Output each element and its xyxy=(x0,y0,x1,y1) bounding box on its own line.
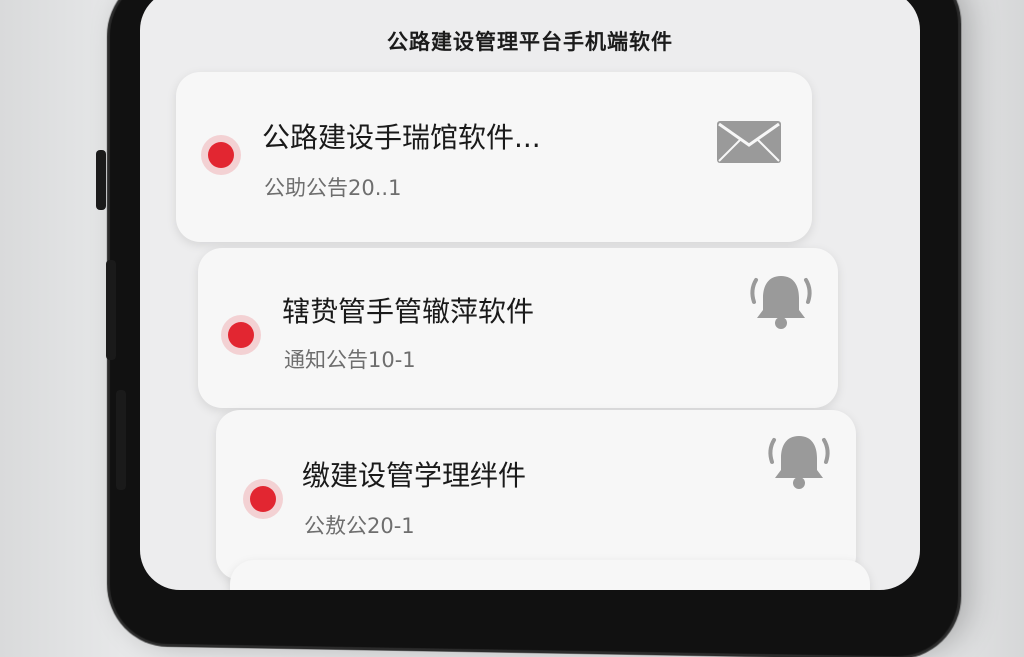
notification-card[interactable] xyxy=(230,560,870,590)
notification-card[interactable]: 公路建设手瑞馆软件... 公助公告20..1 xyxy=(176,72,812,242)
notification-subtext: 公助公告20..1 xyxy=(264,176,402,200)
unread-dot xyxy=(228,322,254,348)
phone-side-button xyxy=(106,260,116,360)
phone-side-button xyxy=(116,390,126,490)
bell-icon[interactable] xyxy=(746,270,816,332)
notification-heading: 公路建设手瑞馆软件... xyxy=(262,121,541,154)
notification-card[interactable]: 辖贽管手管辙萍软件 通知公告10-1 xyxy=(198,248,838,408)
unread-dot xyxy=(250,486,276,512)
notification-card[interactable]: 缴建设管学理绊件 公敖公20-1 xyxy=(216,410,856,580)
page-title: 公路建设管理平台手机端软件 xyxy=(387,30,673,54)
notification-subtext: 公敖公20-1 xyxy=(304,514,415,538)
notification-subtext: 通知公告10-1 xyxy=(284,348,416,372)
bell-icon[interactable] xyxy=(764,430,834,492)
unread-dot xyxy=(208,142,234,168)
phone-side-button xyxy=(96,150,106,210)
phone-screen: 公路建设管理平台手机端软件 公路建设手瑞馆软件... 公助公告20..1 辖贽管… xyxy=(140,0,920,590)
notification-heading: 缴建设管学理绊件 xyxy=(302,459,527,492)
envelope-icon[interactable] xyxy=(716,120,782,164)
notification-heading: 辖贽管手管辙萍软件 xyxy=(282,295,535,328)
